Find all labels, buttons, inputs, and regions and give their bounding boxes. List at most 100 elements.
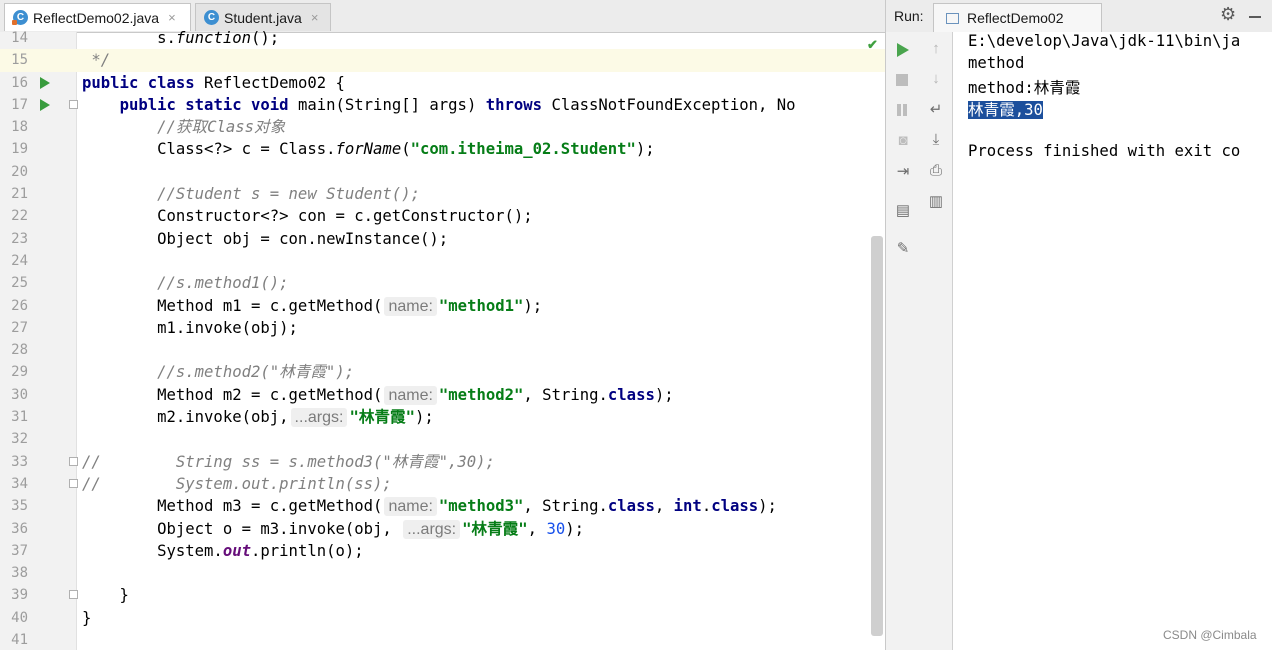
code-text: Method m3 = c.getMethod(name: "method3", …: [82, 497, 777, 517]
code-text: //s.method2("林青霞");: [82, 363, 355, 382]
java-class-icon: C: [204, 10, 219, 25]
code-text: }: [82, 608, 92, 627]
run-icon[interactable]: [897, 43, 909, 57]
pause-icon[interactable]: [896, 104, 908, 116]
minimize-icon[interactable]: [1249, 16, 1261, 18]
layout-icon[interactable]: ▤: [894, 202, 912, 220]
line-number: 14: [11, 30, 28, 46]
pin-icon[interactable]: ✎: [894, 240, 912, 258]
line-number: 36: [11, 520, 28, 537]
line-number: 29: [11, 364, 28, 381]
code-text: m1.invoke(obj);: [82, 318, 298, 337]
line-number: 40: [11, 609, 28, 626]
run-tab[interactable]: ReflectDemo02: [933, 3, 1102, 32]
code-line[interactable]: 14 s.function();: [0, 27, 885, 49]
code-line[interactable]: 37 System.out.println(o);: [0, 540, 885, 562]
code-line[interactable]: 25 //s.method1();: [0, 272, 885, 294]
code-text: public static void main(String[] args) t…: [119, 95, 796, 114]
console-line-selected[interactable]: 林青霞,30: [968, 98, 1043, 120]
code-line[interactable]: 30 Method m2 = c.getMethod(name: "method2…: [0, 384, 885, 406]
code-line[interactable]: 18 //获取Class对象: [0, 116, 885, 138]
run-tab-label: ReflectDemo02: [967, 10, 1064, 26]
trash-icon[interactable]: ▥: [927, 193, 945, 211]
code-line[interactable]: 26 Method m1 = c.getMethod(name: "method1…: [0, 295, 885, 317]
run-label: Run:: [894, 8, 924, 24]
close-icon[interactable]: ×: [168, 10, 176, 25]
exit-icon[interactable]: ⇥: [894, 163, 912, 181]
fold-icon[interactable]: [69, 99, 78, 109]
console-output[interactable]: E:\develop\Java\jdk-11\bin\ja method met…: [953, 32, 1272, 650]
code-line[interactable]: 20: [0, 161, 885, 183]
scroll-end-icon[interactable]: ⤓: [927, 131, 945, 149]
close-icon[interactable]: ×: [311, 10, 319, 25]
code-line[interactable]: 33 // String ss = s.method3("林青霞",30);: [0, 451, 885, 473]
code-line[interactable]: 27 m1.invoke(obj);: [0, 317, 885, 339]
line-number: 25: [11, 275, 28, 292]
line-number: 21: [11, 186, 28, 203]
camera-icon[interactable]: ◙: [894, 132, 912, 150]
code-text: // String ss = s.method3("林青霞",30);: [82, 452, 495, 471]
code-line[interactable]: 19 Class<?> c = Class.forName("com.ithei…: [0, 138, 885, 160]
fold-icon[interactable]: [69, 456, 78, 466]
console-line: method:林青霞: [968, 79, 1081, 97]
code-line[interactable]: 38: [0, 562, 885, 584]
console-line: method: [968, 54, 1025, 72]
code-line[interactable]: 34 // System.out.println(ss);: [0, 473, 885, 495]
run-toolbar-right: ↑ ↓ ↵ ⤓ ⎙ ▥: [919, 32, 953, 650]
inspection-ok-icon[interactable]: ✔: [867, 37, 878, 53]
gear-icon[interactable]: ⚙: [1220, 4, 1236, 25]
code-line[interactable]: 32: [0, 428, 885, 450]
line-number: 24: [11, 252, 28, 269]
code-line[interactable]: 41: [0, 629, 885, 650]
soft-wrap-icon[interactable]: ↵: [927, 101, 945, 119]
print-icon[interactable]: ⎙: [927, 162, 945, 180]
line-number: 16: [11, 74, 28, 91]
code-line[interactable]: 35 Method m3 = c.getMethod(name: "method3…: [0, 495, 885, 517]
run-toolbar-left: ◙ ⇥ ▤ ✎: [885, 32, 920, 650]
line-number: 35: [11, 498, 28, 515]
code-line[interactable]: 22 Constructor<?> con = c.getConstructor…: [0, 205, 885, 227]
line-number: 33: [11, 453, 28, 470]
code-line[interactable]: 24: [0, 250, 885, 272]
run-header: Run: ReflectDemo02 ⚙: [885, 0, 1272, 33]
code-text: //s.method1();: [82, 274, 289, 293]
line-number: 18: [11, 119, 28, 136]
code-lines[interactable]: 14 s.function(); 15 */ 16 public class R…: [0, 27, 885, 650]
line-number: 30: [11, 386, 28, 403]
fold-icon[interactable]: [69, 478, 78, 488]
stop-icon[interactable]: [896, 74, 908, 86]
java-class-icon: C: [12, 10, 28, 25]
run-gutter-icon[interactable]: [40, 98, 50, 111]
code-text: Object obj = con.newInstance();: [82, 229, 449, 248]
code-line[interactable]: 17 public static void main(String[] args…: [0, 94, 885, 116]
fold-icon[interactable]: [69, 590, 78, 600]
line-number: 27: [11, 319, 28, 336]
code-text: s.function();: [82, 29, 280, 47]
up-arrow-icon[interactable]: ↑: [927, 40, 945, 58]
line-number: 32: [11, 431, 28, 448]
code-line[interactable]: 15 */: [0, 49, 885, 72]
code-text: System.out.println(o);: [82, 541, 364, 560]
code-text: */: [82, 51, 111, 70]
code-text: Method m1 = c.getMethod(name: "method1");: [82, 296, 543, 316]
code-text: m2.invoke(obj, ...args: "林青霞");: [82, 408, 434, 428]
code-text: Constructor<?> con = c.getConstructor();: [82, 207, 533, 226]
run-gutter-icon[interactable]: [40, 76, 50, 89]
code-line[interactable]: 23 Object obj = con.newInstance();: [0, 228, 885, 250]
code-text: public class ReflectDemo02 {: [82, 73, 345, 92]
code-line[interactable]: 36 Object o = m3.invoke(obj, ...args: "林青…: [0, 518, 885, 540]
code-line[interactable]: 28: [0, 339, 885, 361]
code-text: Method m2 = c.getMethod(name: "method2", …: [82, 385, 674, 405]
code-line[interactable]: 39 }: [0, 584, 885, 606]
code-line[interactable]: 31 m2.invoke(obj, ...args: "林青霞");: [0, 406, 885, 428]
line-number: 37: [11, 542, 28, 559]
line-number: 20: [11, 163, 28, 180]
editor-scrollbar[interactable]: [871, 236, 883, 636]
down-arrow-icon[interactable]: ↓: [927, 70, 945, 88]
code-line[interactable]: 16 public class ReflectDemo02 {: [0, 72, 885, 94]
code-line[interactable]: 40 }: [0, 607, 885, 629]
code-line[interactable]: 29 //s.method2("林青霞");: [0, 361, 885, 383]
line-number: 41: [11, 632, 28, 649]
code-line[interactable]: 21 //Student s = new Student();: [0, 183, 885, 205]
line-number: 38: [11, 565, 28, 582]
